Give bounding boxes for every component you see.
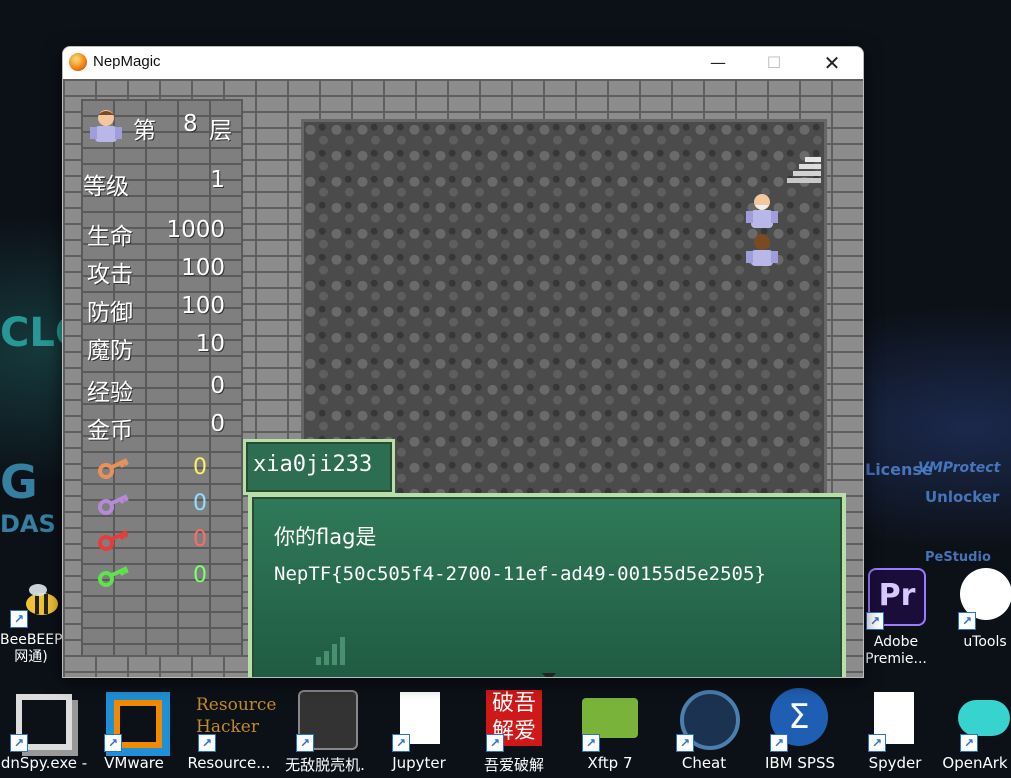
- shortcut-arrow-icon: ↗: [866, 612, 884, 630]
- dialog-continue-arrow-icon[interactable]: [542, 673, 556, 677]
- red-key-count: 0: [193, 527, 207, 552]
- shortcut-arrow-icon: ↗: [960, 734, 978, 752]
- wallpaper-text-left-3: DAS: [0, 510, 56, 538]
- taskbar-label[interactable]: Resource...: [186, 754, 272, 772]
- stat-value-exp: 0: [210, 373, 225, 399]
- shortcut-arrow-icon: ↗: [198, 734, 216, 752]
- stairs-up-icon[interactable]: [787, 155, 823, 187]
- orange-key-count: 0: [193, 455, 207, 480]
- taskbar-label[interactable]: 无敌脱壳机.: [280, 754, 370, 775]
- floor-prefix: 第: [133, 118, 156, 144]
- shortcut-arrow-icon: ↗: [10, 610, 28, 628]
- minimize-button[interactable]: —: [689, 47, 747, 79]
- game-window[interactable]: NepMagic — ☐ ✕ 第 8 层 等级 1 生命 1000 攻击 100…: [62, 46, 864, 678]
- taskbar-label[interactable]: Spyder: [860, 754, 930, 772]
- game-canvas[interactable]: 第 8 层 等级 1 生命 1000 攻击 100 防御 100 魔防 10 经…: [63, 79, 863, 677]
- app-icon: [69, 53, 87, 71]
- shortcut-arrow-icon: ↗: [868, 734, 886, 752]
- resource-hacker-text: Resource Hacker: [196, 695, 277, 737]
- shortcut-arrow-icon: ↗: [958, 612, 976, 630]
- stat-label-hp: 生命: [87, 224, 133, 250]
- stat-value-defense: 100: [181, 293, 225, 319]
- window-title: NepMagic: [93, 53, 161, 70]
- stat-value-hp: 1000: [166, 217, 225, 243]
- dialog-box[interactable]: 你的flag是 NepTF{50c505f4-2700-11ef-ad49-00…: [248, 493, 846, 677]
- hero-portrait-icon: [90, 110, 122, 142]
- speaker-name: xia0ji233: [253, 452, 373, 477]
- dialog-line-1: 你的flag是: [274, 525, 377, 549]
- purple-key-icon: [98, 494, 129, 515]
- maximize-button[interactable]: ☐: [745, 47, 803, 79]
- stat-label-level: 等级: [83, 174, 129, 200]
- old-man-npc-icon[interactable]: [743, 191, 781, 231]
- stat-label-attack: 攻击: [87, 262, 133, 288]
- shortcut-arrow-icon: ↗: [10, 734, 28, 752]
- wallpaper-text-right-3: Unlocker: [925, 488, 1000, 506]
- taskbar-label[interactable]: OpenArk: [940, 754, 1010, 772]
- shortcut-arrow-icon: ↗: [104, 734, 122, 752]
- hero-player-icon[interactable]: [743, 231, 781, 271]
- wallpaper-text-left-2: G: [0, 455, 38, 509]
- desktop-icon-label-adobe[interactable]: Adobe Premie...: [860, 634, 932, 668]
- green-key-count: 0: [193, 563, 207, 588]
- floor-number: 8: [183, 111, 198, 137]
- stat-label-magic-defense: 魔防: [87, 338, 133, 364]
- stat-value-level: 1: [210, 167, 225, 193]
- taskbar-label[interactable]: Xftp 7: [574, 754, 646, 772]
- shortcut-arrow-icon: ↗: [770, 734, 788, 752]
- stat-label-exp: 经验: [87, 380, 133, 406]
- orange-key-icon: [98, 458, 129, 479]
- shortcut-arrow-icon: ↗: [582, 734, 600, 752]
- stat-value-magic-defense: 10: [195, 331, 225, 357]
- shortcut-arrow-icon: ↗: [296, 734, 314, 752]
- taskbar-label[interactable]: IBM SPSS: [760, 754, 840, 772]
- shortcut-arrow-icon: ↗: [392, 734, 410, 752]
- shortcut-arrow-icon: ↗: [676, 734, 694, 752]
- close-button[interactable]: ✕: [803, 47, 861, 79]
- green-key-icon: [98, 566, 129, 587]
- floor-suffix: 层: [209, 118, 232, 144]
- taskbar-label[interactable]: 吾爱破解: [476, 754, 552, 775]
- dialog-line-2: NepTF{50c505f4-2700-11ef-ad49-00155d5e25…: [274, 563, 766, 585]
- wallpaper-text-right-2: VMProtect: [918, 460, 1001, 476]
- shortcut-arrow-icon: ↗: [486, 734, 504, 752]
- title-bar[interactable]: NepMagic — ☐ ✕: [63, 47, 863, 79]
- stat-value-gold: 0: [210, 411, 225, 437]
- stat-value-attack: 100: [181, 255, 225, 281]
- dialog-signal-icon: [316, 637, 345, 665]
- wallpaper-text-right-4: PeStudio: [925, 550, 991, 565]
- desktop-icon-label-utools[interactable]: uTools: [958, 634, 1011, 651]
- taskbar-label[interactable]: Jupyter: [384, 754, 454, 772]
- desktop-icon-label-beebeep[interactable]: BeeBEEP 网通): [0, 632, 63, 666]
- taskbar-label[interactable]: Cheat: [670, 754, 738, 772]
- speaker-name-box: xia0ji233: [243, 439, 395, 495]
- stat-label-gold: 金币: [87, 418, 133, 444]
- taskbar-label[interactable]: VMware: [98, 754, 170, 772]
- stat-label-defense: 防御: [87, 300, 133, 326]
- red-key-icon: [98, 530, 129, 551]
- purple-key-count: 0: [193, 491, 207, 516]
- taskbar-label[interactable]: dnSpy.exe -: [0, 754, 88, 772]
